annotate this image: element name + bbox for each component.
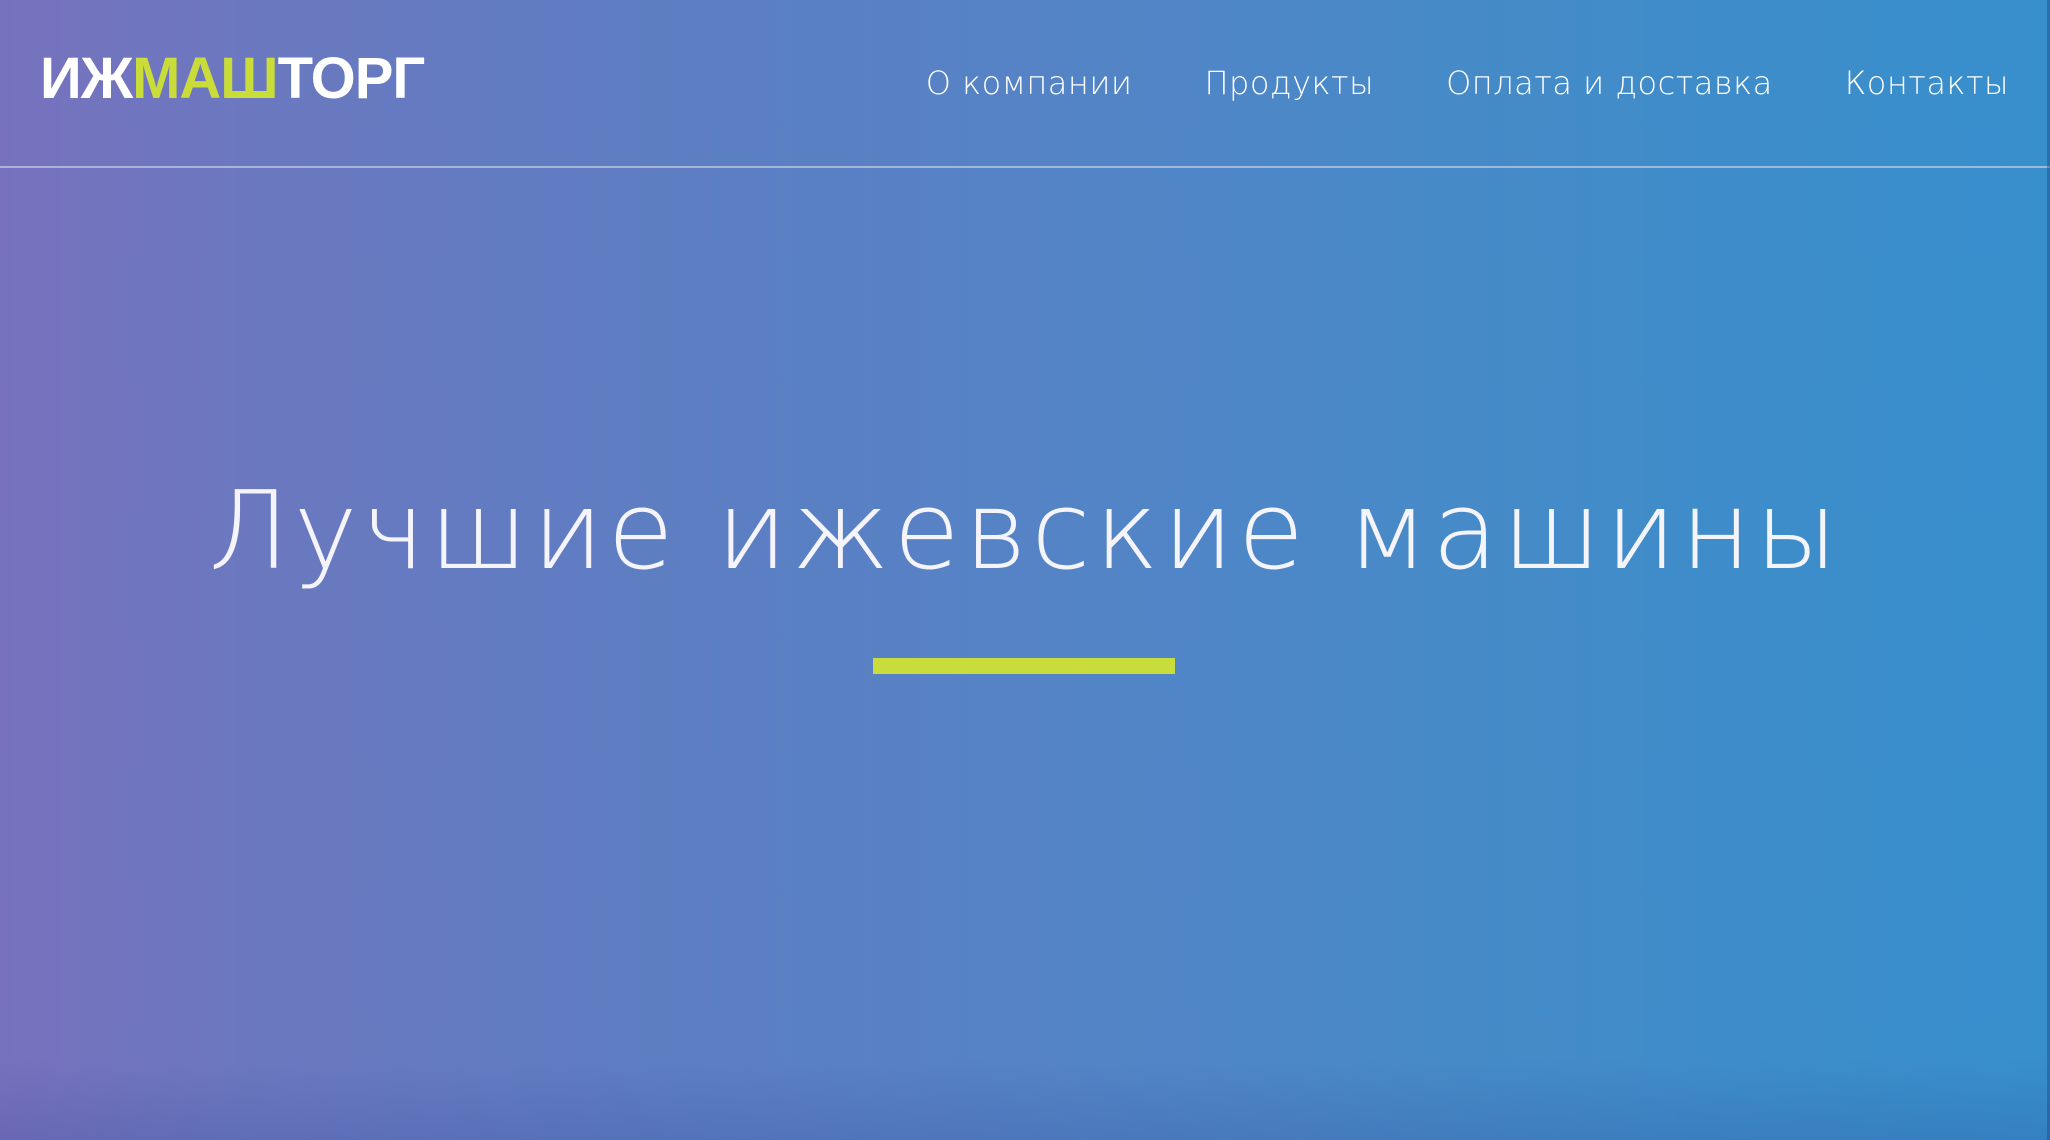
hero-accent-underline bbox=[873, 658, 1175, 674]
nav-link-products[interactable]: Продукты bbox=[1204, 62, 1374, 104]
logo-part-mash: МАШ bbox=[132, 46, 278, 111]
logo-part-torg: ТОРГ bbox=[277, 46, 426, 111]
site-logo[interactable]: ИЖ МАШ ТОРГ bbox=[40, 46, 426, 111]
logo-part-izh: ИЖ bbox=[40, 46, 133, 111]
nav-link-payment-delivery[interactable]: Оплата и доставка bbox=[1446, 62, 1773, 104]
hero-title: Лучшие ижевские машины bbox=[208, 469, 1842, 594]
page: ИЖ МАШ ТОРГ О компании Продукты Оплата и д… bbox=[0, 0, 2050, 1140]
main-nav: О компании Продукты Оплата и доставка Ко… bbox=[926, 62, 2009, 104]
site-header: ИЖ МАШ ТОРГ О компании Продукты Оплата и д… bbox=[0, 0, 2050, 168]
nav-link-about[interactable]: О компании bbox=[926, 62, 1133, 104]
nav-link-contacts[interactable]: Контакты bbox=[1845, 62, 2009, 104]
